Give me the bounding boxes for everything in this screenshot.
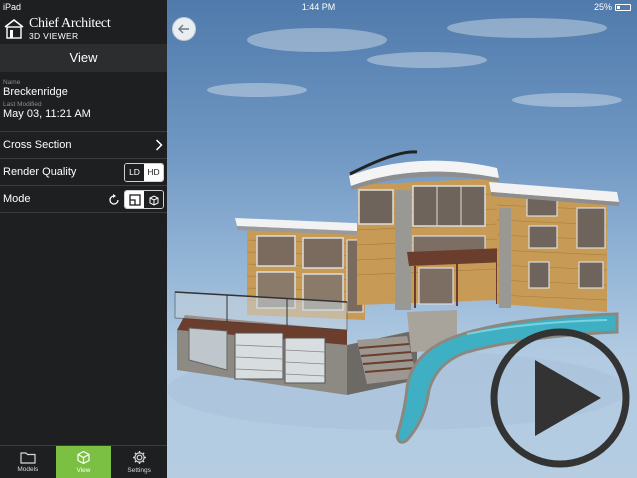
play-triangle-icon: [535, 360, 601, 436]
modified-label: Last Modified: [3, 101, 42, 108]
play-button[interactable]: [485, 328, 635, 468]
floor-plan-icon: [128, 193, 141, 206]
plan-mode-option[interactable]: [125, 191, 144, 208]
mode-row: Mode: [0, 186, 167, 213]
quality-ld-option[interactable]: LD: [125, 164, 144, 181]
status-bar: iPad 1:44 PM 25%: [0, 0, 637, 14]
render-quality-toggle[interactable]: LD HD: [124, 163, 164, 182]
3d-mode-option[interactable]: [144, 191, 163, 208]
quality-hd-option[interactable]: HD: [144, 164, 163, 181]
arrow-left-icon: [178, 24, 189, 34]
carrier-label: iPad: [3, 2, 22, 12]
reset-rotate-icon[interactable]: [108, 193, 120, 206]
tab-bar: Models View Settings: [0, 445, 167, 478]
tab-settings-label: Settings: [127, 467, 151, 474]
gear-icon: [132, 451, 146, 464]
brand-subtitle: 3D VIEWER: [29, 31, 79, 42]
cube-icon: [77, 450, 90, 465]
panel-title: View: [0, 44, 167, 72]
folder-icon: [20, 452, 36, 464]
tab-models-label: Models: [17, 466, 39, 473]
mode-label: Mode: [3, 193, 31, 205]
battery-percent: 25%: [593, 2, 612, 12]
3d-viewport[interactable]: [167, 0, 637, 478]
app-logo: Chief Architect 3D VIEWER: [0, 14, 167, 44]
model-name: Breckenridge: [3, 86, 68, 98]
tab-view-label: View: [76, 467, 91, 474]
name-label: Name: [3, 79, 21, 86]
render-quality-row: Render Quality LD HD: [0, 159, 167, 186]
battery-icon: [615, 3, 631, 11]
tab-models[interactable]: Models: [0, 446, 56, 478]
cross-section-label: Cross Section: [3, 139, 72, 151]
chevron-right-icon: [155, 139, 163, 151]
cross-section-row[interactable]: Cross Section: [0, 132, 167, 159]
mode-toggle[interactable]: [124, 190, 164, 209]
3d-box-icon: [149, 194, 158, 206]
clock: 1:44 PM: [301, 2, 336, 12]
battery-status: 25%: [594, 2, 631, 12]
tab-settings[interactable]: Settings: [111, 446, 167, 478]
model-info: Name Breckenridge Last Modified May 03, …: [0, 72, 167, 132]
sidebar: Chief Architect 3D VIEWER View Name Brec…: [0, 0, 167, 478]
back-button[interactable]: [172, 17, 196, 41]
render-quality-label: Render Quality: [3, 166, 77, 178]
brand-name: Chief Architect: [29, 16, 111, 32]
modified-date: May 03, 11:21 AM: [3, 108, 91, 120]
house-logo-icon: [4, 18, 24, 39]
tab-view[interactable]: View: [55, 446, 112, 478]
